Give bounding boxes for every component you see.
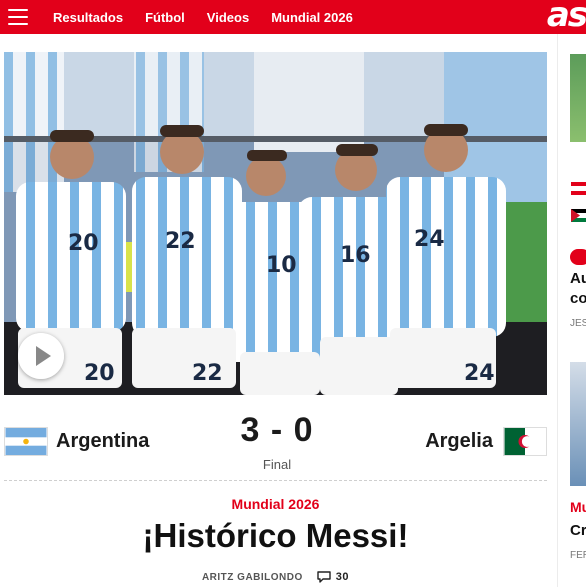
flag-jordan-icon	[571, 209, 586, 222]
sidebar-thumbnail[interactable]	[570, 362, 586, 486]
jersey-number: 16	[340, 243, 371, 268]
shorts-number: 22	[192, 361, 223, 386]
comment-icon	[317, 571, 331, 583]
sidebar-teasers: Au co JES Mu Cr FER	[566, 34, 586, 587]
jersey-number: 22	[165, 229, 196, 254]
article-byline: ARITZ GABILONDO 30	[4, 571, 547, 583]
flag-austria-icon	[571, 182, 586, 195]
nav-link-videos[interactable]: Videos	[207, 10, 249, 25]
flag-algeria-icon	[503, 427, 547, 456]
section-divider	[4, 480, 547, 481]
away-team: Argelia	[425, 427, 547, 456]
column-divider	[557, 34, 558, 587]
article-headline[interactable]: ¡Histórico Messi!	[4, 514, 547, 558]
article-author[interactable]: ARITZ GABILONDO	[202, 572, 303, 583]
home-team: Argentina	[4, 427, 149, 456]
sidebar-thumbnail[interactable]	[570, 54, 586, 142]
hero-image[interactable]: 20 22 10 16 24 20 22 24	[4, 52, 547, 395]
nav-link-resultados[interactable]: Resultados	[53, 10, 123, 25]
away-team-name: Argelia	[425, 430, 493, 452]
flag-argentina-icon	[4, 427, 48, 456]
shorts-number: 20	[84, 361, 115, 386]
sidebar-teaser-meta: FER	[570, 550, 586, 561]
nav-link-futbol[interactable]: Fútbol	[145, 10, 185, 25]
match-status: Final	[262, 457, 292, 472]
sidebar-teaser-kicker: Mu	[570, 499, 586, 515]
sidebar-teaser-title[interactable]: Au	[570, 270, 586, 287]
top-navigation-bar: Resultados Fútbol Videos Mundial 2026 as	[0, 0, 586, 34]
sidebar-teaser-meta: JES	[570, 318, 586, 329]
article-kicker[interactable]: Mundial 2026	[4, 496, 547, 512]
site-logo[interactable]: as	[547, 0, 586, 34]
hamburger-menu-icon[interactable]	[8, 9, 28, 25]
live-badge	[570, 249, 586, 265]
sidebar-teaser-title[interactable]: Cr	[570, 522, 586, 539]
jersey-number: 20	[68, 231, 99, 256]
shorts-number: 24	[464, 361, 495, 386]
sidebar-teaser-title[interactable]: co	[570, 290, 586, 307]
jersey-number: 10	[266, 253, 297, 278]
main-nav: Resultados Fútbol Videos Mundial 2026	[53, 0, 375, 34]
home-team-name: Argentina	[56, 430, 150, 452]
comments-count: 30	[335, 571, 350, 583]
comments-link[interactable]: 30	[317, 571, 349, 583]
team-celebration-illustration: 20 22 10 16 24 20 22 24	[4, 52, 547, 395]
match-score: 3 - 0	[240, 411, 314, 449]
nav-link-mundial-2026[interactable]: Mundial 2026	[271, 10, 353, 25]
jersey-number: 24	[414, 227, 445, 252]
match-scoreboard[interactable]: Argentina 3 - 0 Final Argelia	[4, 409, 547, 472]
play-video-icon[interactable]	[18, 333, 64, 379]
